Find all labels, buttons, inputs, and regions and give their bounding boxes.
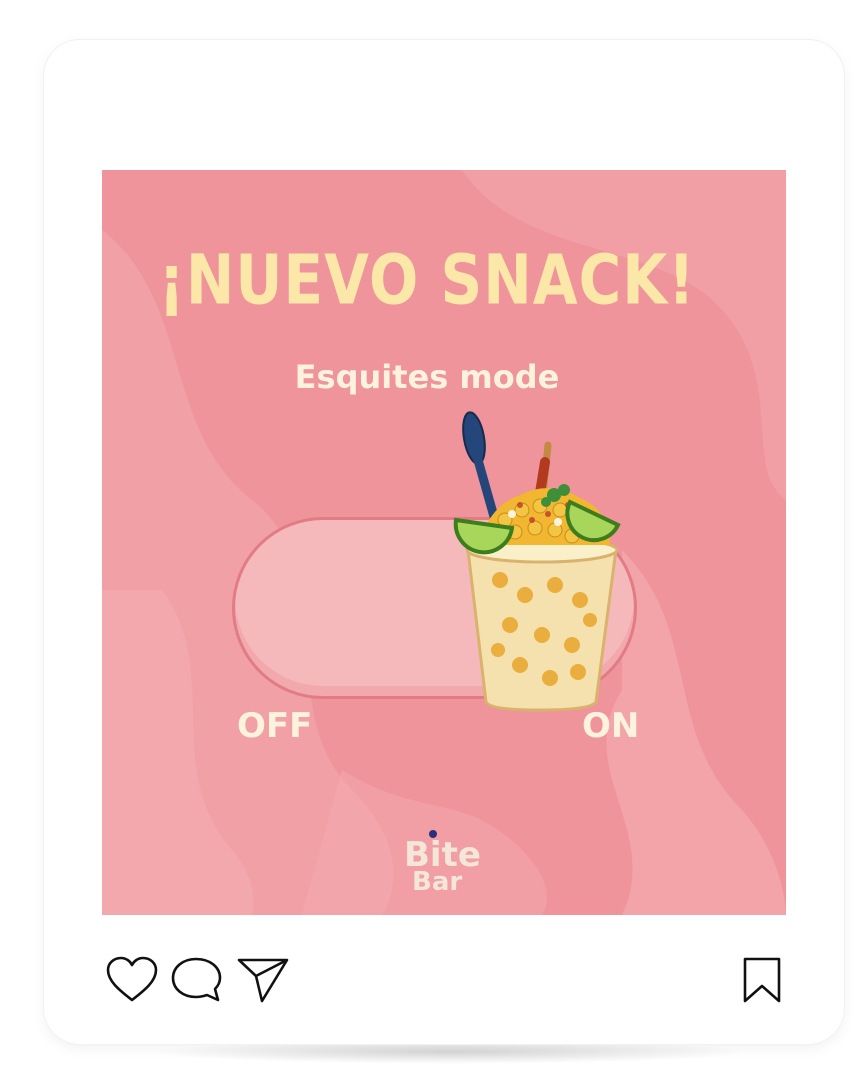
headline: ¡NUEVO SNACK! [158, 240, 696, 321]
esquites-cup-icon [453, 411, 621, 712]
toggle-off-label: OFF [237, 706, 313, 746]
heart-icon[interactable] [105, 956, 159, 1004]
paper-plane-icon[interactable] [236, 956, 290, 1004]
comment-bubble-icon[interactable] [170, 956, 224, 1004]
logo-line2: Bar [412, 867, 462, 894]
bookmark-icon[interactable] [740, 956, 784, 1004]
subheadline: Esquites mode [294, 358, 560, 396]
bite-bar-logo: Bite Bar [404, 830, 481, 894]
